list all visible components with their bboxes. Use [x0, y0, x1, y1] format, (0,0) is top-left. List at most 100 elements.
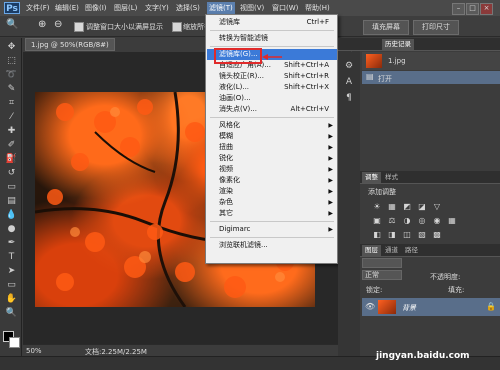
filter-menu-item[interactable]: 转换为智能滤镜 — [207, 33, 337, 44]
menu-type[interactable]: 文字(Y) — [145, 3, 169, 13]
shape-tool-icon[interactable]: ▭ — [5, 280, 18, 291]
filter-menu-item[interactable]: 像素化 ▶ — [207, 175, 337, 186]
filter-menu-item[interactable]: 浏览联机滤镜... — [207, 240, 337, 251]
layer-row-background[interactable]: 👁 背景 🔒 — [362, 298, 500, 316]
adjustment-icon[interactable]: ◫ — [402, 230, 412, 239]
healing-tool-icon[interactable]: ✚ — [5, 126, 18, 137]
resize-windows-checkbox[interactable] — [74, 22, 84, 32]
filter-menu-item[interactable]: 视频 ▶ — [207, 164, 337, 175]
tab-layers[interactable]: 图层 — [362, 245, 381, 256]
adjustment-icon[interactable]: ▩ — [432, 230, 442, 239]
adjustment-icon[interactable]: ◪ — [417, 202, 427, 211]
adjustment-icon[interactable]: ◧ — [372, 230, 382, 239]
zoom-out-icon[interactable]: ⊖ — [54, 19, 62, 30]
menu-window[interactable]: 窗口(W) — [272, 3, 298, 13]
adjustment-icon[interactable]: ▦ — [447, 216, 457, 225]
type-tool-icon[interactable]: T — [5, 252, 18, 263]
adjustment-icon[interactable]: ◎ — [417, 216, 427, 225]
eyedropper-tool-icon[interactable]: ⁄ — [5, 112, 18, 123]
menu-select[interactable]: 选择(S) — [176, 3, 200, 13]
filter-menu-item[interactable]: 其它 ▶ — [207, 208, 337, 219]
filter-menu-item[interactable]: 滤镜库 Ctrl+F — [207, 17, 337, 28]
background-color-swatch[interactable] — [9, 337, 20, 348]
adjustment-icon[interactable]: ☀ — [372, 202, 382, 211]
quick-select-tool-icon[interactable]: ✎ — [5, 84, 18, 95]
menu-shortcut: Shift+Ctrl+X — [284, 83, 329, 91]
filter-menu-item[interactable]: 液化(L)... Shift+Ctrl+X — [207, 82, 337, 93]
clone-source-icon[interactable]: ⚙ — [343, 60, 355, 72]
menu-layer[interactable]: 图层(L) — [114, 3, 137, 13]
document-tab[interactable]: 1.jpg @ 50%(RGB/8#) — [25, 38, 115, 51]
lasso-tool-icon[interactable]: ➰ — [5, 70, 18, 81]
blend-mode-select[interactable]: 正常 — [362, 270, 402, 280]
menu-view[interactable]: 视图(V) — [240, 3, 264, 13]
filter-menu-item[interactable]: 油画(O)... — [207, 93, 337, 104]
maximize-button[interactable]: □ — [466, 3, 479, 15]
tab-channels[interactable]: 通道 — [382, 245, 401, 256]
zoom-level[interactable]: 50% — [26, 347, 42, 355]
adjustment-icon[interactable]: ▣ — [372, 216, 382, 225]
filter-menu-item[interactable]: 渲染 ▶ — [207, 186, 337, 197]
fill-label: 填充: — [448, 286, 465, 294]
adjustment-icon[interactable]: ◉ — [432, 216, 442, 225]
tab-adjustments[interactable]: 调整 — [362, 172, 381, 183]
brush-tool-icon[interactable]: ✐ — [5, 140, 18, 151]
filter-menu-item[interactable]: 锐化 ▶ — [207, 153, 337, 164]
history-tab-strip: 历史记录 — [338, 38, 500, 51]
crop-tool-icon[interactable]: ⌗ — [5, 98, 18, 109]
menu-file[interactable]: 文件(F) — [26, 3, 50, 13]
adjustment-icon[interactable]: ◨ — [387, 230, 397, 239]
adjustment-icon[interactable]: ▧ — [417, 230, 427, 239]
print-size-button[interactable]: 打印尺寸 — [413, 20, 459, 35]
layer-filter-kind[interactable] — [362, 258, 402, 268]
gradient-tool-icon[interactable]: ▤ — [5, 196, 18, 207]
menu-edit[interactable]: 编辑(E) — [55, 3, 79, 13]
zoom-tool-icon[interactable]: 🔍 — [6, 19, 18, 30]
character-icon[interactable]: A — [343, 76, 355, 88]
blur-tool-icon[interactable]: 💧 — [5, 210, 18, 221]
tab-history[interactable]: 历史记录 — [382, 39, 414, 50]
adjustment-icon[interactable]: ◑ — [402, 216, 412, 225]
zoom-all-checkbox[interactable] — [172, 22, 182, 32]
menu-item-label: 镜头校正(R)... — [219, 72, 265, 80]
filter-menu-item[interactable]: 杂色 ▶ — [207, 197, 337, 208]
adjustment-icon[interactable]: ▦ — [387, 202, 397, 211]
minimize-button[interactable]: – — [452, 3, 465, 15]
menu-help[interactable]: 帮助(H) — [305, 3, 330, 13]
filter-menu-item[interactable]: 风格化 ▶ — [207, 120, 337, 131]
paragraph-icon[interactable]: ¶ — [343, 92, 355, 104]
menu-item-label: 杂色 — [219, 198, 233, 206]
fill-screen-button[interactable]: 填充屏幕 — [363, 20, 409, 35]
marquee-tool-icon[interactable]: ⬚ — [5, 56, 18, 67]
stamp-tool-icon[interactable]: ⛽ — [5, 154, 18, 165]
filter-menu-item[interactable]: 扭曲 ▶ — [207, 142, 337, 153]
hand-tool-icon[interactable]: ✋ — [5, 294, 18, 305]
menu-image[interactable]: 图像(I) — [85, 3, 107, 13]
filter-menu-item[interactable]: 模糊 ▶ — [207, 131, 337, 142]
menu-filter[interactable]: 滤镜(T) — [207, 2, 235, 14]
history-open-row[interactable]: ▤ 打开 — [362, 71, 500, 84]
filter-menu-item[interactable]: 镜头校正(R)... Shift+Ctrl+R — [207, 71, 337, 82]
history-snapshot-row[interactable]: 1.jpg — [362, 52, 500, 70]
zoom-in-icon[interactable]: ⊕ — [38, 19, 46, 30]
tab-paths[interactable]: 路径 — [402, 245, 421, 256]
annotation-arrow-icon — [262, 54, 282, 60]
history-brush-tool-icon[interactable]: ↺ — [5, 168, 18, 179]
adjustment-icon[interactable]: ▽ — [432, 202, 442, 211]
path-select-tool-icon[interactable]: ➤ — [5, 266, 18, 277]
open-step-icon: ▤ — [366, 72, 374, 81]
tab-styles[interactable]: 样式 — [382, 172, 401, 183]
adjustment-icon[interactable]: ◩ — [402, 202, 412, 211]
adjustment-icon[interactable]: ⚖ — [387, 216, 397, 225]
eraser-tool-icon[interactable]: ▭ — [5, 182, 18, 193]
close-button[interactable]: × — [480, 3, 493, 15]
pen-tool-icon[interactable]: ✒ — [5, 238, 18, 249]
zoom-tool-icon-2[interactable]: 🔍 — [5, 308, 18, 319]
filter-menu-item[interactable]: Digimarc ▶ — [207, 224, 337, 235]
filter-menu-item[interactable]: 消失点(V)... Alt+Ctrl+V — [207, 104, 337, 115]
menu-item-label: 锐化 — [219, 154, 233, 162]
visibility-eye-icon[interactable]: 👁 — [365, 302, 375, 311]
move-tool-icon[interactable]: ✥ — [5, 42, 18, 53]
dodge-tool-icon[interactable]: ● — [5, 224, 18, 235]
menu-item-label: 转换为智能滤镜 — [219, 34, 268, 42]
